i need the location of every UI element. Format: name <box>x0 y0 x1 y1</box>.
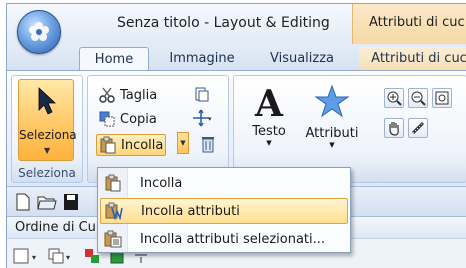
incolla-label: Incolla <box>121 137 164 153</box>
ordine-label: Ordine di Cu <box>15 220 96 235</box>
frame-icon[interactable]: ▾ <box>13 247 43 265</box>
select-all-icon[interactable]: ▾ <box>192 108 212 128</box>
paste-icon <box>100 172 126 194</box>
paste-selected-attributes-icon <box>100 228 126 250</box>
save-icon[interactable] <box>63 193 79 211</box>
copia-label: Copia <box>120 111 157 127</box>
delete-icon[interactable] <box>198 134 218 154</box>
menu-item-label: Incolla <box>140 175 183 191</box>
context-tab-header: Attributi di cuc <box>352 4 466 44</box>
group-label-seleziona: Seleziona <box>18 166 76 180</box>
pan-hand-icon[interactable] <box>384 118 404 138</box>
zoom-fit-icon[interactable] <box>432 88 452 108</box>
open-folder-icon[interactable] <box>37 193 57 211</box>
tab-visualizza[interactable]: Visualizza <box>257 47 347 70</box>
text-a-icon: A <box>255 83 283 125</box>
zoom-out-icon[interactable] <box>408 88 428 108</box>
paste-dropdown-menu: Incolla Incolla attributi Incolla attrib… <box>97 167 351 253</box>
context-tab-title: Attributi di cuc <box>369 15 465 30</box>
menu-item-label: Incolla attributi selezionati... <box>140 231 326 247</box>
taglia-label: Taglia <box>120 87 158 103</box>
ribbon-tabs: Home Immagine Visualizza Attributi di cu… <box>7 44 466 70</box>
svg-text:▾: ▾ <box>66 253 70 262</box>
tab-home[interactable]: Home <box>79 47 149 70</box>
flower-logo-icon <box>29 22 49 41</box>
copia-button[interactable]: Copia <box>98 108 157 130</box>
group-seleziona: Seleziona ▼ Seleziona <box>11 75 83 183</box>
menu-item-incolla-attributi-selezionati[interactable]: Incolla attributi selezionati... <box>100 226 348 252</box>
attributi-label: Attributi <box>305 126 359 141</box>
tab-attributi-cucitura[interactable]: Attributi di cuc <box>359 47 466 70</box>
paste-icon <box>99 136 117 154</box>
menu-item-incolla-attributi[interactable]: Incolla attributi <box>100 198 348 224</box>
title-bar: Senza titolo - Layout & Editing Attribut… <box>7 4 466 44</box>
scissors-icon <box>98 86 116 104</box>
menu-item-incolla[interactable]: Incolla <box>100 170 348 196</box>
layers-icon[interactable]: ▾ <box>47 247 77 265</box>
tab-immagine[interactable]: Immagine <box>157 47 247 70</box>
seleziona-label: Seleziona <box>19 128 77 142</box>
star-heart-icon <box>314 84 350 118</box>
application-menu-button[interactable] <box>17 10 61 54</box>
svg-text:▾: ▾ <box>32 253 36 262</box>
cursor-arrow-icon <box>38 87 57 115</box>
incolla-dropdown-arrow[interactable]: ▼ <box>177 132 189 154</box>
svg-text:▾: ▾ <box>208 115 212 123</box>
incolla-button[interactable]: Incolla <box>96 134 167 156</box>
zoom-in-icon[interactable] <box>384 88 404 108</box>
chevron-down-icon: ▼ <box>266 139 272 147</box>
new-file-icon[interactable] <box>15 193 31 211</box>
testo-button[interactable]: A Testo ▼ <box>244 84 294 147</box>
testo-label: Testo <box>252 124 286 139</box>
attributi-button[interactable]: Attributi ▼ <box>300 82 364 149</box>
measure-icon[interactable] <box>408 118 428 138</box>
seleziona-button[interactable]: Seleziona ▼ <box>18 79 77 161</box>
paste-attributes-icon <box>101 200 127 222</box>
taglia-button[interactable]: Taglia <box>98 84 157 106</box>
menu-item-label: Incolla attributi <box>141 203 240 219</box>
app-window: Senza titolo - Layout & Editing Attribut… <box>6 3 466 268</box>
copy-icon <box>98 110 116 128</box>
clipboard-copy-icon[interactable] <box>192 84 212 104</box>
chevron-down-icon: ▼ <box>329 141 335 149</box>
window-title: Senza titolo - Layout & Editing <box>117 15 330 31</box>
chevron-down-icon: ▼ <box>44 146 51 155</box>
